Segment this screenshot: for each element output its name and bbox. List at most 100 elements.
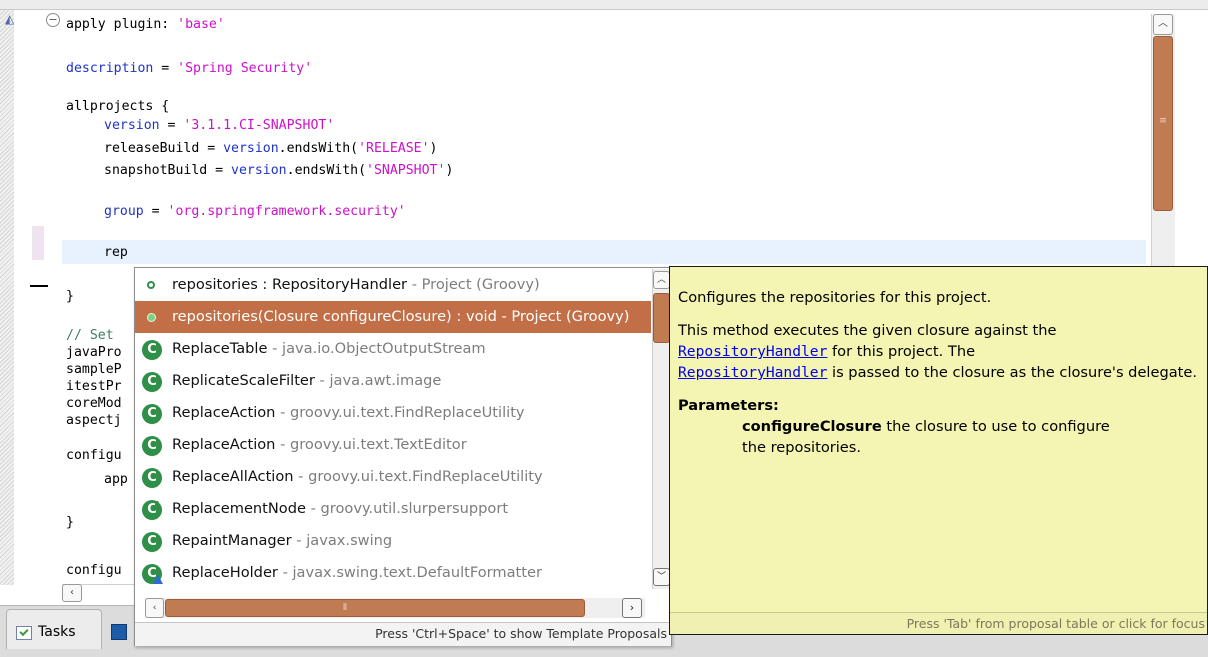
code-line[interactable]: allprojects { — [66, 99, 169, 115]
editor-top-border — [0, 0, 1208, 10]
proposal-item[interactable]: repositories : RepositoryHandler - Proje… — [135, 269, 651, 301]
proposal-detail: - groovy.ui.text.TextEditor — [275, 436, 467, 453]
doc-paragraph: This method executes the given closure a… — [678, 320, 1203, 383]
proposal-name: ReplicateScaleFilter — [172, 372, 315, 389]
proposal-detail: - groovy.ui.text.FindReplaceUtility — [275, 404, 525, 421]
tasks-icon — [16, 626, 32, 640]
doc-text: for this project. The — [827, 343, 976, 360]
proposal-item[interactable]: C ReplicateScaleFilter - java.awt.image — [135, 365, 651, 397]
proposal-detail: - javax.swing.text.DefaultFormatter — [277, 564, 542, 581]
class-icon: C — [142, 564, 163, 584]
class-icon: C — [142, 404, 162, 424]
code-line[interactable]: group = 'org.springframework.security' — [104, 204, 406, 220]
code-line[interactable]: app — [104, 472, 128, 488]
proposal-name: ReplacementNode — [172, 500, 306, 517]
line-gutter — [14, 10, 40, 585]
scroll-down-arrow-icon[interactable]: ﹀ — [653, 568, 670, 586]
param-description: the closure to use to configure — [881, 418, 1110, 435]
current-line-highlight — [62, 240, 1146, 264]
doc-summary: Configures the repositories for this pro… — [678, 289, 992, 306]
code-line[interactable]: description = 'Spring Security' — [66, 61, 312, 77]
abstract-class-icon: C — [142, 495, 162, 520]
doc-text: This method executes the given closure a… — [678, 322, 1057, 339]
proposal-name: RepaintManager — [172, 532, 292, 549]
proposal-detail: - groovy.ui.text.FindReplaceUtility — [293, 468, 543, 485]
proposal-detail: - Project (Groovy) — [496, 308, 630, 325]
proposal-detail: - java.awt.image — [314, 372, 442, 389]
code-line-current[interactable]: rep — [104, 245, 128, 261]
field-icon — [147, 281, 155, 289]
doc-text: is passed to the closure as the closure'… — [827, 364, 1198, 381]
scroll-up-arrow-icon[interactable]: ︿ — [1153, 14, 1173, 35]
proposal-name: ReplaceAllAction — [172, 468, 294, 485]
code-line[interactable]: configu — [66, 563, 122, 579]
param-entry: configureClosure the closure to use to c… — [678, 416, 1203, 437]
proposal-label: ReplaceAction - groovy.ui.text.TextEdito… — [172, 429, 467, 461]
scroll-grip-icon: ≡ — [1159, 116, 1167, 126]
proposal-item[interactable]: C ReplaceAction - groovy.ui.text.FindRepl… — [135, 397, 651, 429]
repository-handler-link[interactable]: RepositoryHandler — [678, 343, 827, 360]
proposal-horizontal-thumb[interactable] — [165, 599, 585, 617]
code-line[interactable]: version = '3.1.1.CI-SNAPSHOT' — [104, 118, 334, 134]
proposal-name: repositories : RepositoryHandler — [172, 276, 408, 293]
proposal-label: repositories : RepositoryHandler - Proje… — [172, 269, 540, 301]
scroll-grip-icon: ⦀ — [343, 603, 347, 613]
proposal-label: repositories(Closure configureClosure) :… — [172, 301, 629, 333]
proposal-detail: - groovy.util.slurpersupport — [305, 500, 509, 517]
proposal-name: ReplaceAction — [172, 436, 276, 453]
code-line[interactable]: aspectj — [66, 413, 122, 429]
scroll-left-arrow-icon[interactable]: ‹ — [62, 584, 82, 602]
tab-tasks-label[interactable]: Tasks — [38, 624, 76, 640]
code-line[interactable]: } — [66, 289, 74, 305]
proposal-name: ReplaceAction — [172, 404, 276, 421]
proposal-item[interactable]: C ReplacementNode - groovy.util.slurpersu… — [135, 493, 651, 525]
console-icon[interactable] — [111, 624, 127, 640]
code-line[interactable]: configu — [66, 448, 122, 464]
proposal-detail: - java.io.ObjectOutputStream — [267, 340, 486, 357]
caret-marker — [30, 285, 48, 287]
code-line[interactable]: // Set — [66, 328, 114, 344]
proposal-label: ReplicateScaleFilter - java.awt.image — [172, 365, 441, 397]
params-heading: Parameters: — [678, 397, 779, 414]
proposal-label: ReplaceAction - groovy.ui.text.FindRepla… — [172, 397, 525, 429]
code-line[interactable]: javaPro — [66, 345, 122, 361]
code-line[interactable]: apply plugin: 'base' — [66, 17, 225, 33]
proposal-item[interactable]: C ReplaceTable - java.io.ObjectOutputStre… — [135, 333, 651, 365]
documentation-body: Configures the repositories for this pro… — [678, 287, 1203, 458]
param-description-cont: the repositories. — [742, 439, 862, 456]
proposal-item[interactable]: C ReplaceHolder - javax.swing.text.Defaul… — [135, 557, 651, 589]
class-icon: C — [142, 340, 162, 360]
proposal-name: repositories(Closure configureClosure) :… — [172, 308, 497, 325]
code-line[interactable]: itestPr — [66, 379, 122, 395]
proposal-item[interactable]: C ReplaceAction - groovy.ui.text.TextEdit… — [135, 429, 651, 461]
proposal-detail: - javax.swing — [291, 532, 393, 549]
code-line[interactable]: sampleP — [66, 362, 122, 378]
scroll-left-arrow-icon[interactable]: ‹ — [145, 598, 164, 618]
code-line[interactable]: } — [66, 515, 74, 531]
proposal-label: RepaintManager - javax.swing — [172, 525, 392, 557]
proposal-label: ReplaceHolder - javax.swing.text.Default… — [172, 557, 542, 589]
content-assist-popup[interactable]: repositories : RepositoryHandler - Proje… — [134, 267, 672, 646]
documentation-status-text: Press 'Tab' from proposal table or click… — [670, 612, 1207, 634]
proposal-name: ReplaceHolder — [172, 564, 278, 581]
class-icon: C — [142, 532, 162, 552]
proposal-name: ReplaceTable — [172, 340, 268, 357]
proposal-label: ReplacementNode - groovy.util.slurpersup… — [172, 493, 508, 525]
code-line[interactable]: coreMod — [66, 396, 122, 412]
collapse-all-icon[interactable]: ◭ — [5, 12, 19, 26]
proposal-detail: - Project (Groovy) — [407, 276, 540, 293]
proposal-item-selected[interactable]: repositories(Closure configureClosure) :… — [135, 301, 651, 333]
proposal-item[interactable]: C ReplaceAllAction - groovy.ui.text.FindR… — [135, 461, 651, 493]
fold-toggle-icon[interactable]: − — [46, 13, 60, 27]
documentation-popup[interactable]: Configures the repositories for this pro… — [669, 266, 1208, 635]
proposal-scroll-thumb[interactable] — [653, 293, 670, 343]
code-line[interactable]: releaseBuild = version.endsWith('RELEASE… — [104, 141, 438, 157]
code-line[interactable]: snapshotBuild = version.endsWith('SNAPSH… — [104, 163, 453, 179]
repository-handler-link[interactable]: RepositoryHandler — [678, 364, 827, 381]
class-icon: C — [142, 372, 162, 392]
proposal-item[interactable]: C RepaintManager - javax.swing — [135, 525, 651, 557]
method-icon — [147, 313, 156, 322]
scroll-up-arrow-icon[interactable]: ︿ — [653, 271, 670, 289]
class-icon: C — [142, 468, 162, 488]
scroll-right-arrow-icon[interactable]: › — [622, 598, 642, 618]
